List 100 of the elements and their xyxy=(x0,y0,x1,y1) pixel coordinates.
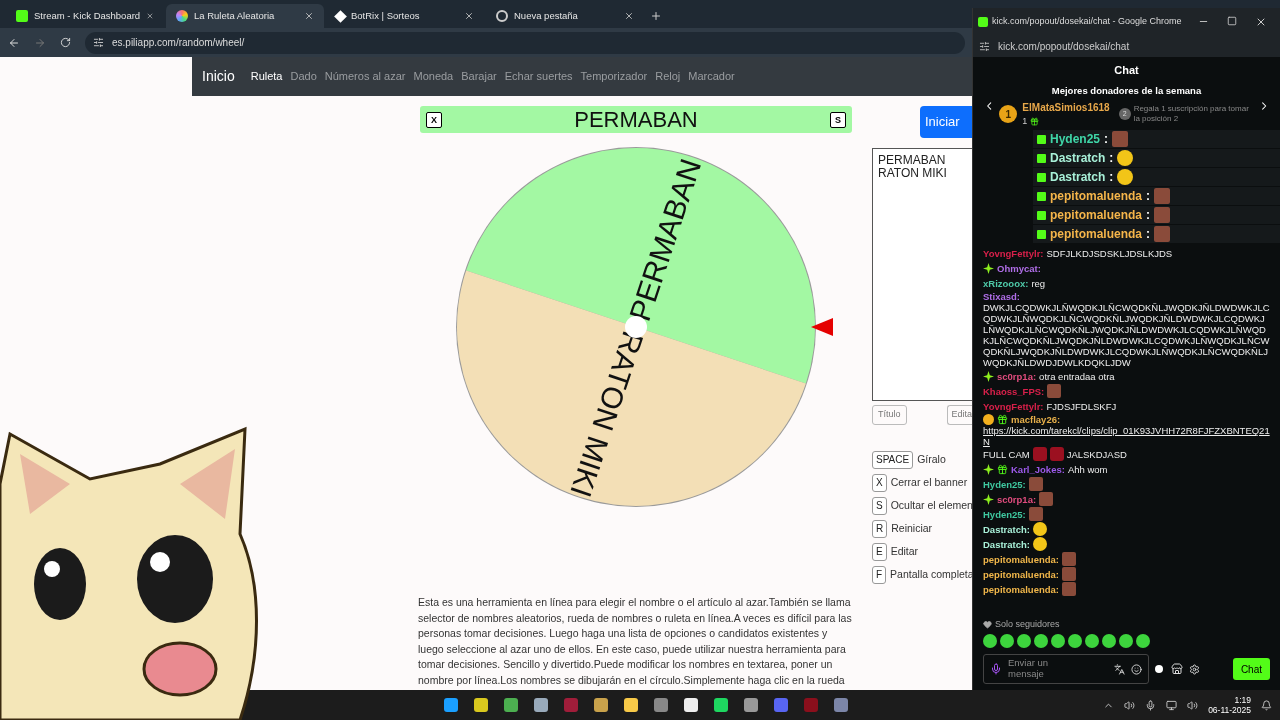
blob-emote-icon[interactable] xyxy=(983,634,997,648)
browser-tab[interactable]: Nueva pestaña xyxy=(486,4,644,28)
gift-badge-icon xyxy=(997,414,1008,426)
new-tab-icon[interactable] xyxy=(650,10,662,22)
blob-emote-icon[interactable] xyxy=(1102,634,1116,648)
browser-tab[interactable]: Stream - Kick Dashboard xyxy=(6,4,164,28)
brand-link[interactable]: Inicio xyxy=(202,66,235,87)
nav-link[interactable]: Echar suertes xyxy=(504,68,573,85)
nav-link[interactable]: Temporizador xyxy=(580,68,648,85)
toolbar-button[interactable]: Título xyxy=(872,405,907,425)
blob-emote-icon[interactable] xyxy=(1068,634,1082,648)
chat-username[interactable]: Hyden25: xyxy=(983,508,1026,520)
blob-emote-icon[interactable] xyxy=(1000,634,1014,648)
tab-title: Stream - Kick Dashboard xyxy=(34,8,141,23)
shortcut-label: Pantalla completa xyxy=(890,567,974,583)
keyboard-key: S xyxy=(872,497,887,515)
blob-emote-icon[interactable] xyxy=(1085,634,1099,648)
chat-username[interactable]: xRizooox: xyxy=(983,277,1029,289)
chat-username[interactable]: Stixasd: xyxy=(983,291,1020,303)
message-input[interactable]: Enviar un mensaje xyxy=(1008,657,1072,681)
alert-separator: : xyxy=(1146,188,1150,206)
chat-username[interactable]: pepitomaluenda: xyxy=(983,553,1059,565)
chat-username[interactable]: Dastratch: xyxy=(983,538,1030,550)
blob-emote-icon[interactable] xyxy=(1119,634,1133,648)
emote-photo-placeholder xyxy=(1154,188,1170,205)
nav-link[interactable]: Ruleta xyxy=(250,68,283,85)
spinning-wheel[interactable] xyxy=(455,147,816,507)
back-icon[interactable] xyxy=(8,36,20,49)
alert-username: Hyden25 xyxy=(1050,131,1101,149)
chat-username[interactable]: YovngFettylr: xyxy=(983,400,1044,412)
chat-username[interactable]: macflay26: xyxy=(1011,414,1061,426)
names-textarea[interactable]: PERMABAN RATON MIKI xyxy=(872,148,972,401)
close-icon[interactable] xyxy=(1255,16,1267,28)
microphone-icon[interactable] xyxy=(990,663,1002,675)
close-tab-icon[interactable] xyxy=(624,11,634,21)
chat-username[interactable]: pepitomaluenda: xyxy=(983,583,1059,595)
message-field[interactable]: Enviar un mensaje xyxy=(983,654,1149,684)
chat-link[interactable]: https://kick.com/tarekcl/clips/clip_01K93JVHH72R8FJFZXBNTEQ21N xyxy=(983,425,1270,448)
tray-icon[interactable] xyxy=(1187,699,1199,711)
settings-icon[interactable] xyxy=(1189,663,1200,675)
close-tab-icon[interactable] xyxy=(304,11,314,21)
emote-photo-placeholder xyxy=(1062,552,1076,567)
chat-message-text: reg xyxy=(1031,277,1046,289)
site-settings-icon[interactable] xyxy=(93,37,104,48)
chat-header: Chat xyxy=(1113,63,1140,78)
nav-link[interactable]: Barajar xyxy=(461,68,497,85)
chat-message-text: otra entradaa otra xyxy=(1039,370,1115,382)
emote-photo-placeholder xyxy=(1028,477,1043,492)
hide-key[interactable]: S xyxy=(830,111,846,128)
chat-message-text: SDFJLKDJSDSKLJDSLKJDS xyxy=(1046,247,1173,259)
color-wheel-icon xyxy=(176,10,188,22)
keyboard-key: SPACE xyxy=(872,451,914,469)
banner-title: PERMABAN xyxy=(573,106,699,134)
emote-photo-placeholder xyxy=(1028,507,1043,522)
blob-emote-icon[interactable] xyxy=(1051,634,1065,648)
chat-username[interactable]: Khaoss_FPS: xyxy=(983,385,1045,397)
nav-link[interactable]: Números al azar xyxy=(324,68,406,85)
reload-icon[interactable] xyxy=(60,37,71,48)
chat-username[interactable]: Karl_Jokes: xyxy=(1011,463,1065,475)
browser-tab[interactable]: La Ruleta Aleatoria xyxy=(166,4,324,28)
chat-send-button[interactable]: Chat xyxy=(1232,658,1270,680)
tray-icon[interactable] xyxy=(1166,699,1178,711)
emote-photo-placeholder xyxy=(1112,131,1129,148)
blob-emote-icon[interactable] xyxy=(1017,634,1031,648)
chat-username[interactable]: Ohmycat: xyxy=(997,262,1041,274)
address-bar[interactable]: es.piliapp.com/random/wheel/ xyxy=(85,31,965,54)
chat-username[interactable]: Hyden25: xyxy=(983,478,1026,490)
translate-icon[interactable] xyxy=(1114,663,1125,675)
alert-username: pepitomaluenda xyxy=(1050,188,1142,206)
followers-only-label: Solo seguidores xyxy=(995,617,1060,631)
browser-tab[interactable]: BotRix | Sorteos xyxy=(326,4,484,28)
close-tab-icon[interactable] xyxy=(146,11,154,21)
blob-emote-icon[interactable] xyxy=(1034,634,1048,648)
chat-username[interactable]: pepitomaluenda: xyxy=(983,568,1059,580)
sparkle-badge-icon xyxy=(983,262,994,274)
globe-icon xyxy=(496,10,508,22)
nav-link[interactable]: Moneda xyxy=(413,68,454,85)
store-icon[interactable] xyxy=(1171,663,1183,675)
start-button[interactable]: Iniciar xyxy=(920,106,972,138)
chat-username[interactable]: sc0rp1a: xyxy=(997,370,1037,382)
emoji-icon[interactable] xyxy=(1131,663,1142,675)
alert-username: Dastratch xyxy=(1050,169,1106,187)
chat-message-text: JALSKDJASD xyxy=(1066,448,1127,460)
chat-username[interactable]: YovngFettylr: xyxy=(983,247,1044,259)
nav-link[interactable]: Reloj xyxy=(655,68,681,85)
nav-link[interactable]: Dado xyxy=(290,68,317,85)
nav-link[interactable]: Marcador xyxy=(688,68,735,85)
maximize-icon[interactable] xyxy=(1227,16,1237,26)
chat-username[interactable]: sc0rp1a: xyxy=(997,493,1037,505)
site-settings-icon[interactable] xyxy=(979,41,990,52)
alert-separator: : xyxy=(1146,207,1150,225)
close-banner-key[interactable]: X xyxy=(426,111,442,128)
keyboard-key: F xyxy=(872,566,887,584)
tray-icon[interactable] xyxy=(1145,699,1157,711)
chat-username[interactable]: Dastratch: xyxy=(983,523,1030,535)
tray-icon[interactable] xyxy=(1124,699,1136,711)
chat-message-text: FULL CAM xyxy=(983,448,1030,460)
blob-emote-icon[interactable] xyxy=(1136,634,1150,648)
notification-icon[interactable] xyxy=(1261,699,1272,711)
close-tab-icon[interactable] xyxy=(464,11,474,21)
